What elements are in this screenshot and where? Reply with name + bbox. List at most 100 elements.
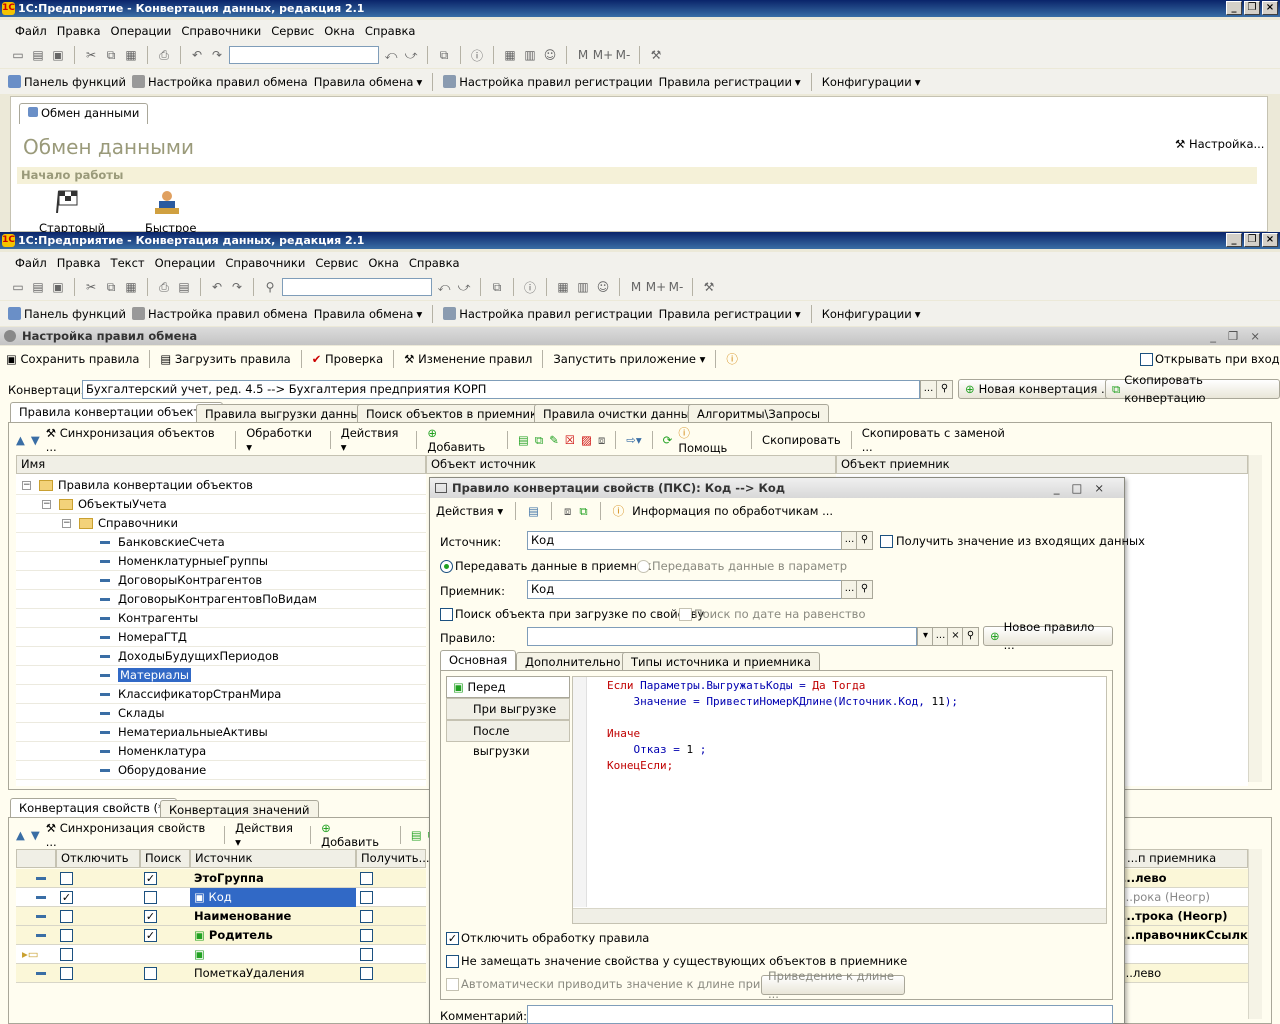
copy-button[interactable]: Скопировать: [762, 433, 841, 447]
registration-settings-button[interactable]: Настройка правил регистрации: [443, 307, 653, 321]
column-prop-target[interactable]: ...п приемника: [1122, 849, 1248, 868]
menu-item[interactable]: Справка: [360, 24, 421, 38]
save-close-icon[interactable]: ▤: [528, 504, 539, 518]
checkered-flag-icon[interactable]: [55, 189, 81, 214]
menu-item[interactable]: Операции: [106, 24, 177, 38]
event-on-export[interactable]: При выгрузке: [446, 698, 570, 720]
menu-item[interactable]: Текст: [106, 256, 150, 270]
column-source[interactable]: Объект источник: [426, 455, 836, 474]
add-button[interactable]: ⊕ Добавить: [427, 426, 497, 454]
operator-icon[interactable]: [153, 189, 181, 215]
copy-icon[interactable]: ⧉: [103, 279, 119, 295]
m-minus-icon[interactable]: M-: [615, 47, 631, 63]
column-name[interactable]: Имя: [16, 455, 426, 474]
menu-item[interactable]: Правка: [52, 256, 106, 270]
tree-row-root[interactable]: − Правила конвертации объектов: [16, 476, 426, 495]
grid-row[interactable]: ✓ ЭтоГруппа: [16, 869, 426, 888]
users-icon[interactable]: ☺: [595, 279, 611, 295]
search-icon[interactable]: ⚲: [936, 380, 953, 399]
tree-scrollbar[interactable]: [1248, 455, 1262, 782]
tab-types[interactable]: Типы источника и приемника: [622, 652, 820, 671]
search-date-checkbox[interactable]: [679, 608, 692, 621]
rule-field[interactable]: [527, 627, 917, 646]
dialog-actions-menu[interactable]: Действия ▾: [436, 504, 503, 518]
move-down-icon[interactable]: ▼: [31, 828, 40, 842]
search-combo[interactable]: [229, 46, 379, 64]
tab-object-conversion[interactable]: Правила конвертации объектов: [10, 402, 223, 423]
menu-item[interactable]: Операции: [150, 256, 221, 270]
move-up-icon[interactable]: ▲: [16, 828, 25, 842]
window-controls[interactable]: _❐×: [1210, 327, 1272, 345]
view-icon[interactable]: ⧈: [564, 504, 571, 519]
functions-panel-button[interactable]: Панель функций: [8, 307, 126, 321]
settings-link[interactable]: ⚒ Настройка...: [1175, 137, 1264, 151]
cut-icon[interactable]: ✂: [83, 279, 99, 295]
redo-icon[interactable]: ↷: [209, 47, 225, 63]
copy-row-icon[interactable]: ⧉: [535, 433, 543, 448]
functions-panel-button[interactable]: Панель функций: [8, 75, 126, 89]
registration-rules-menu[interactable]: Правила регистрации ▾: [659, 75, 801, 89]
menu-item[interactable]: Файл: [10, 256, 52, 270]
m-plus-icon[interactable]: M+: [593, 47, 613, 63]
save-icon[interactable]: ▣: [50, 47, 66, 63]
tab-data-exchange[interactable]: Обмен данными: [19, 103, 149, 124]
menu-item[interactable]: Окна: [363, 256, 404, 270]
calendar-icon[interactable]: ▥: [575, 279, 591, 295]
registration-rules-menu[interactable]: Правила регистрации ▾: [659, 307, 801, 321]
column-prop-source[interactable]: Источник: [190, 849, 356, 868]
search-checkbox[interactable]: ✓: [144, 872, 157, 885]
search-icon[interactable]: ⚲: [856, 580, 873, 599]
close-button[interactable]: ×: [1262, 1, 1278, 15]
preview-icon[interactable]: ▤: [176, 279, 192, 295]
minimize-button[interactable]: _: [1226, 233, 1242, 247]
tab-algorithms[interactable]: Алгоритмы\Запросы: [688, 404, 830, 423]
code-editor[interactable]: Если Параметры.ВыгружатьКоды = Да Тогда …: [572, 676, 1107, 924]
m-plus-icon[interactable]: M+: [646, 279, 666, 295]
configurations-menu[interactable]: Конфигурации ▾: [822, 75, 921, 89]
new-icon[interactable]: ▭: [10, 47, 26, 63]
menu-item[interactable]: Сервис: [266, 24, 319, 38]
grid-row[interactable]: ПометкаУдаления: [16, 964, 426, 983]
tab-additional[interactable]: Дополнительно: [516, 652, 630, 671]
grid-row[interactable]: ✓ Наименование: [16, 907, 426, 926]
paste-icon[interactable]: ▦: [123, 279, 139, 295]
source-field[interactable]: Код: [527, 531, 843, 550]
search-prop-checkbox[interactable]: [440, 608, 453, 621]
info-icon[interactable]: ⓘ: [522, 279, 538, 295]
menu-item[interactable]: Сервис: [310, 256, 363, 270]
column-get[interactable]: Получить...: [356, 849, 430, 868]
exchange-settings-button[interactable]: Настройка правил обмена: [131, 307, 308, 321]
open-icon[interactable]: ▤: [30, 279, 46, 295]
undo-icon[interactable]: ↶: [189, 47, 205, 63]
tab-property-conversion[interactable]: Конвертация свойств (*): [10, 798, 178, 819]
close-button[interactable]: ×: [1262, 233, 1278, 247]
tree-row[interactable]: НомераГТД: [16, 628, 426, 647]
tree-row[interactable]: ДоговорыКонтрагентов: [16, 571, 426, 590]
calendar-icon[interactable]: ▥: [522, 47, 538, 63]
tab-main[interactable]: Основная: [440, 650, 517, 671]
calc-icon[interactable]: ▦: [502, 47, 518, 63]
tab-cleanup-rules[interactable]: Правила очистки данных: [534, 404, 706, 423]
edit-icon[interactable]: ✎: [549, 433, 559, 447]
move-down-icon[interactable]: ▼: [31, 433, 40, 447]
search-checkbox[interactable]: ✓: [144, 910, 157, 923]
actions-menu[interactable]: Действия ▾: [341, 426, 407, 454]
new-rule-button[interactable]: ⊕ Новое правило ...: [983, 620, 1113, 652]
search-combo[interactable]: [282, 278, 432, 296]
column-target[interactable]: Объект приемник: [836, 455, 1248, 474]
move-up-icon[interactable]: ▲: [16, 433, 25, 447]
handlers-menu[interactable]: Обработки ▾: [246, 426, 320, 454]
column-disable[interactable]: Отключить: [56, 849, 140, 868]
to-length-button[interactable]: Приведение к длине ...: [761, 969, 905, 1001]
target-field[interactable]: Код: [527, 580, 843, 599]
configurations-menu[interactable]: Конфигурации ▾: [822, 307, 921, 321]
copy-replace-button[interactable]: Скопировать с заменой ...: [862, 426, 1016, 454]
copy-icon[interactable]: ⧉: [579, 504, 587, 519]
print-icon[interactable]: ⎙: [156, 47, 172, 63]
tree-row[interactable]: Оборудование: [16, 761, 426, 780]
save-rules-button[interactable]: ▣ Сохранить правила: [6, 352, 139, 366]
m-icon[interactable]: M: [628, 279, 644, 295]
menu-item[interactable]: Справочники: [220, 256, 310, 270]
editor-hscrollbar[interactable]: [573, 908, 1106, 923]
get-incoming-checkbox[interactable]: [880, 535, 893, 548]
